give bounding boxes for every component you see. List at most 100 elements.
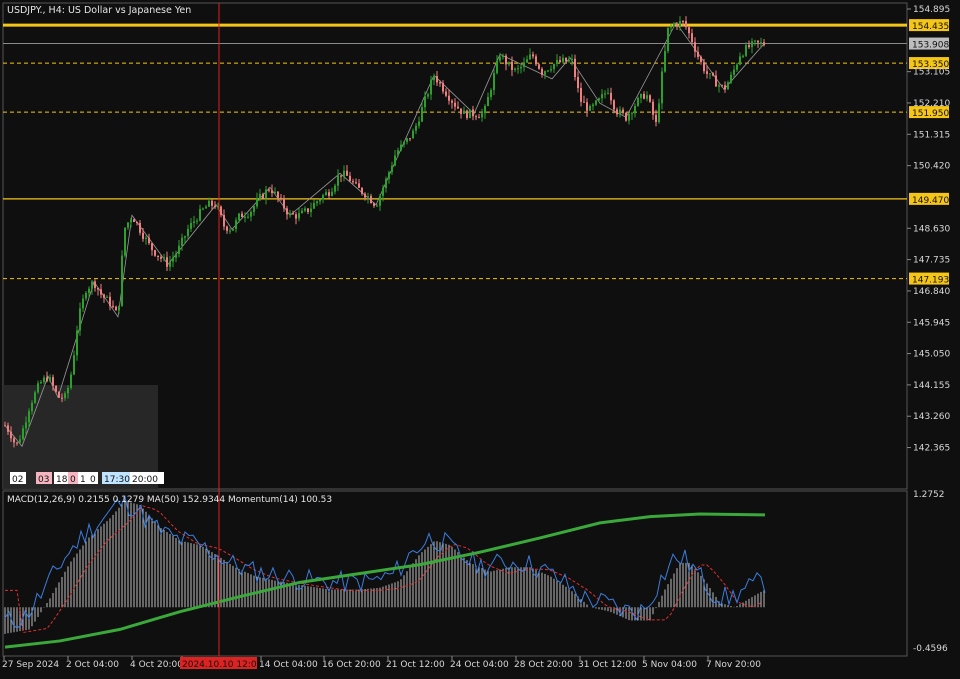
candle-body bbox=[157, 255, 159, 257]
candle-body bbox=[550, 69, 552, 71]
candle-body bbox=[220, 206, 222, 216]
candle-body bbox=[760, 42, 762, 44]
price-axis-label: 151.315 bbox=[913, 130, 950, 140]
candle-body bbox=[373, 203, 375, 206]
candle-body bbox=[73, 355, 75, 375]
candle-body bbox=[598, 98, 600, 101]
candle-body bbox=[55, 385, 57, 392]
price-axis-label: 153.105 bbox=[913, 68, 950, 78]
candle-body bbox=[706, 71, 708, 74]
candle-body bbox=[190, 222, 192, 229]
candle-body bbox=[211, 200, 213, 206]
candle-body bbox=[607, 92, 609, 94]
candle-body bbox=[709, 73, 711, 75]
candle-body bbox=[745, 45, 747, 56]
candle-body bbox=[268, 189, 270, 191]
candle-body bbox=[43, 377, 45, 383]
price-axis-label: 150.420 bbox=[913, 162, 950, 172]
candle-body bbox=[571, 58, 573, 61]
candle-body bbox=[244, 216, 246, 218]
candle-body bbox=[223, 215, 225, 227]
candle-body bbox=[619, 109, 621, 115]
candle-body bbox=[412, 130, 414, 139]
candle-body bbox=[559, 60, 561, 63]
candle-body bbox=[247, 216, 249, 218]
price-axis[interactable]: 154.895154.435153.908153.350153.105152.2… bbox=[907, 5, 950, 454]
time-axis-label: 21 Oct 12:00 bbox=[386, 660, 445, 670]
candle-body bbox=[127, 222, 129, 228]
candle-body bbox=[406, 138, 408, 142]
candle-body bbox=[370, 196, 372, 204]
candle-body bbox=[205, 206, 207, 209]
candle-body bbox=[379, 195, 381, 206]
candle-body bbox=[394, 155, 396, 166]
mini-label: 17:30 bbox=[104, 475, 130, 485]
candle-body bbox=[181, 237, 183, 246]
chart-canvas[interactable]: USDJPY., H4: US Dollar vs Japanese Yen M… bbox=[0, 0, 960, 675]
candle-body bbox=[640, 93, 642, 98]
candle-body bbox=[430, 80, 432, 95]
candle-body bbox=[253, 206, 255, 212]
candle-body bbox=[94, 281, 96, 288]
candle-body bbox=[124, 227, 126, 256]
candle-body bbox=[352, 181, 354, 183]
candle-body bbox=[460, 108, 462, 114]
candle-body bbox=[424, 96, 426, 108]
candle-body bbox=[490, 90, 492, 97]
candle-body bbox=[112, 305, 114, 307]
candle-body bbox=[184, 236, 186, 238]
candle-body bbox=[85, 292, 87, 299]
candle-body bbox=[271, 190, 273, 194]
price-axis-label: 154.895 bbox=[913, 5, 950, 15]
price-axis-label: 147.735 bbox=[913, 256, 950, 266]
candle-body bbox=[472, 109, 474, 117]
candle-body bbox=[235, 220, 237, 230]
candle-body bbox=[58, 391, 60, 398]
candle-body bbox=[418, 121, 420, 126]
candle-body bbox=[37, 383, 39, 393]
candle-body bbox=[670, 26, 672, 28]
candle-body bbox=[160, 256, 162, 259]
time-axis-label: 5 Nov 04:00 bbox=[642, 660, 697, 670]
candle-body bbox=[469, 109, 471, 119]
candle-body bbox=[229, 230, 231, 232]
candle-body bbox=[52, 377, 54, 386]
candle-body bbox=[256, 198, 258, 207]
candle-body bbox=[517, 68, 519, 70]
candle-body bbox=[688, 27, 690, 34]
candle-body bbox=[538, 64, 540, 69]
candle-body bbox=[13, 438, 15, 443]
candle-body bbox=[667, 27, 669, 52]
candle-body bbox=[748, 45, 750, 48]
candle-body bbox=[676, 23, 678, 26]
background bbox=[0, 0, 960, 675]
candle-body bbox=[286, 208, 288, 215]
candle-body bbox=[97, 287, 99, 290]
candle-body bbox=[385, 178, 387, 189]
candle-body bbox=[313, 203, 315, 209]
candle-body bbox=[274, 191, 276, 194]
candle-body bbox=[733, 69, 735, 75]
candle-body bbox=[754, 40, 756, 42]
candle-body bbox=[445, 91, 447, 96]
candle-body bbox=[346, 170, 348, 176]
time-axis-label: 24 Oct 04:00 bbox=[450, 660, 509, 670]
candle-body bbox=[724, 85, 726, 90]
candle-body bbox=[10, 431, 12, 439]
price-axis-label: 142.365 bbox=[913, 444, 950, 454]
candle-body bbox=[628, 114, 630, 121]
chart-window[interactable]: USDJPY., H4: US Dollar vs Japanese Yen M… bbox=[0, 0, 960, 675]
time-axis-label: 27 Sep 2024 bbox=[2, 660, 59, 670]
candle-body bbox=[310, 208, 312, 212]
candle-body bbox=[505, 55, 507, 65]
candle-body bbox=[202, 208, 204, 210]
candle-body bbox=[694, 42, 696, 52]
candle-body bbox=[457, 106, 459, 109]
candle-body bbox=[148, 237, 150, 244]
candle-body bbox=[265, 189, 267, 199]
candle-body bbox=[136, 222, 138, 224]
candle-body bbox=[526, 59, 528, 63]
candle-body bbox=[487, 96, 489, 107]
candle-body bbox=[28, 411, 30, 423]
candle-body bbox=[679, 20, 681, 26]
